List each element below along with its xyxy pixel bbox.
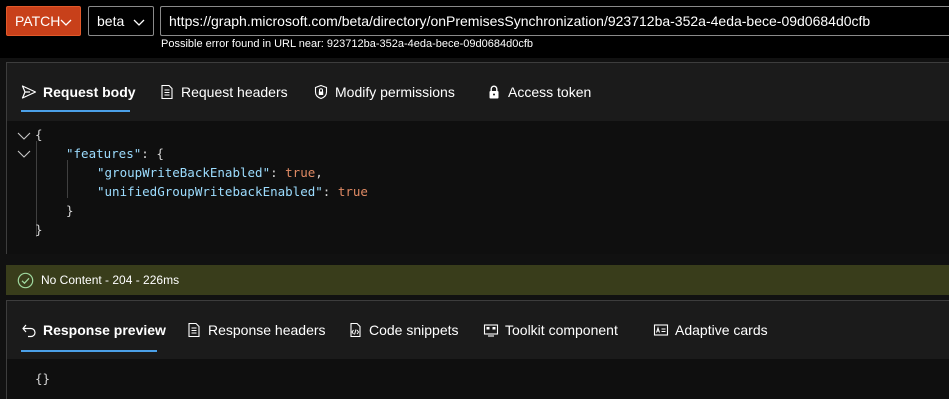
url-text: https://graph.microsoft.com/beta/directo… (169, 13, 871, 29)
status-text: No Content - 204 - 226ms (41, 273, 180, 287)
undo-arrow-icon (22, 324, 36, 338)
version-dropdown[interactable]: beta (88, 6, 154, 36)
code-line: {} (35, 369, 50, 388)
chevron-down-icon[interactable] (17, 129, 31, 143)
json-value: true (337, 184, 368, 199)
request-panel: Request body Request headers Modify perm… (6, 62, 949, 254)
indent-guide (67, 160, 68, 198)
code-snippet-icon (350, 322, 361, 338)
json-brace: } (35, 222, 43, 237)
card-icon (653, 324, 669, 336)
chevron-down-icon (133, 19, 145, 26)
response-panel: Response preview Response headers Code s… (6, 300, 949, 399)
tab-label: Code snippets (369, 322, 459, 338)
url-input[interactable]: https://graph.microsoft.com/beta/directo… (160, 6, 949, 36)
tab-request-body[interactable]: Request body (21, 63, 136, 121)
request-bar: PATCH beta https://graph.microsoft.com/b… (0, 0, 949, 58)
request-tabs: Request body Request headers Modify perm… (7, 63, 949, 121)
tab-access-token[interactable]: Access token (486, 63, 591, 121)
tab-label: Response preview (43, 322, 166, 338)
tab-label: Modify permissions (335, 84, 455, 100)
tab-label: Request body (43, 84, 136, 100)
tab-adaptive-cards[interactable]: Adaptive cards (653, 301, 768, 359)
url-error-message: Possible error found in URL near: 923712… (161, 38, 534, 50)
method-label: PATCH (15, 13, 61, 29)
tab-label: Access token (508, 84, 592, 100)
status-bar: No Content - 204 - 226ms (6, 265, 949, 295)
response-tabs: Response preview Response headers Code s… (7, 301, 949, 359)
method-dropdown[interactable]: PATCH (6, 6, 81, 36)
json-punctuation: : (270, 165, 286, 180)
json-brace: { (35, 127, 43, 142)
tab-label: Response headers (208, 322, 326, 338)
response-preview-editor[interactable]: {} (7, 359, 949, 399)
lock-icon (489, 85, 499, 99)
json-key: "unifiedGroupWritebackEnabled" (97, 184, 323, 199)
tab-label: Adaptive cards (675, 322, 768, 338)
toolkit-icon (483, 324, 499, 337)
version-label: beta (97, 13, 125, 29)
code-line: } (66, 201, 74, 220)
json-key: "groupWriteBackEnabled" (97, 165, 271, 180)
code-line: "unifiedGroupWritebackEnabled": true (97, 182, 368, 201)
active-tab-indicator (21, 110, 130, 112)
tab-code-snippets[interactable]: Code snippets (347, 301, 459, 359)
tab-label: Toolkit component (505, 322, 618, 338)
chevron-down-icon (60, 19, 72, 26)
json-value: true (285, 165, 316, 180)
json-punctuation: , (315, 165, 323, 180)
check-circle-icon (17, 272, 34, 288)
send-icon (21, 85, 37, 99)
json-punctuation: : { (141, 146, 164, 161)
json-punctuation: : (322, 184, 338, 199)
code-line: "features": { (66, 144, 164, 163)
code-line: { (35, 125, 43, 144)
shield-lock-icon (314, 84, 328, 100)
active-tab-indicator (21, 350, 157, 352)
json-braces: {} (35, 371, 51, 386)
request-body-editor[interactable]: { "features": { "groupWriteBackEnabled":… (7, 121, 949, 254)
tab-response-headers[interactable]: Response headers (186, 301, 326, 359)
tab-label: Request headers (181, 84, 288, 100)
tab-request-headers[interactable]: Request headers (159, 63, 288, 121)
code-line: "groupWriteBackEnabled": true, (97, 163, 323, 182)
document-icon (161, 84, 173, 100)
chevron-down-icon[interactable] (17, 147, 31, 161)
document-icon (188, 322, 200, 338)
json-key: "features" (66, 146, 142, 161)
json-brace: } (66, 203, 74, 218)
code-line: } (35, 220, 43, 239)
tab-toolkit-component[interactable]: Toolkit component (483, 301, 618, 359)
tab-modify-permissions[interactable]: Modify permissions (313, 63, 455, 121)
